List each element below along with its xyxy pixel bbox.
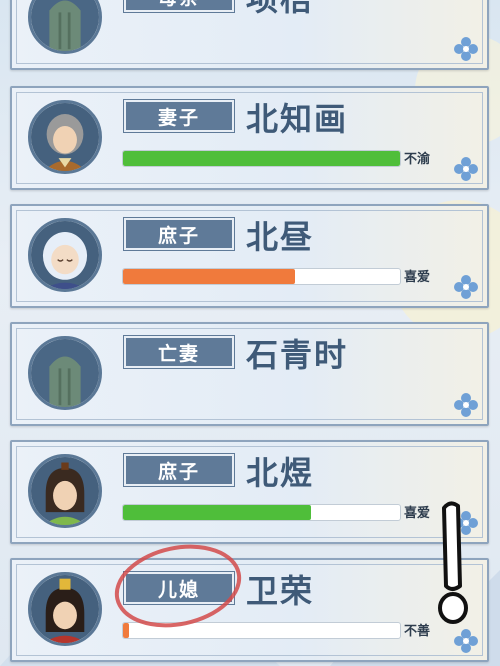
affection-bar (122, 622, 401, 639)
affection-bar (122, 150, 401, 167)
role-tag: 庶子 (123, 453, 235, 487)
affection-fill (123, 505, 312, 520)
member-name: 石青时 (246, 336, 349, 374)
member-name: 北知画 (246, 100, 349, 138)
family-card-son-1[interactable]: 庶子 北昼 喜爱 (10, 204, 489, 308)
ghost-tomb-avatar (28, 0, 102, 54)
snowflake-flower-icon (454, 511, 478, 535)
member-name: 项梧 (246, 0, 314, 20)
young-woman-avatar (28, 572, 102, 646)
snowflake-flower-icon (454, 37, 478, 61)
family-card-wife[interactable]: 妻子 北知画 不渝 (10, 86, 489, 190)
role-tag: 妻子 (123, 99, 235, 133)
snowflake-flower-icon (454, 629, 478, 653)
ghost-tomb-avatar (28, 336, 102, 410)
sleeping-baby-avatar (28, 218, 102, 292)
role-tag: 庶子 (123, 217, 235, 251)
family-card-late-wife[interactable]: 亡妻 石青时 (10, 322, 489, 426)
family-card-daughter-in-law[interactable]: 儿媳 卫荣 不善 (10, 558, 489, 662)
mood-label: 喜爱 (404, 506, 431, 521)
member-name: 北昼 (246, 218, 315, 256)
member-name: 卫荣 (246, 572, 315, 610)
role-tag: 亡妻 (123, 335, 235, 369)
role-tag: 母亲 (123, 0, 235, 13)
mood-label: 不渝 (404, 152, 431, 167)
family-card-mother[interactable]: 母亲 项梧 (10, 0, 489, 70)
snowflake-flower-icon (454, 393, 478, 417)
mood-label: 喜爱 (404, 270, 431, 285)
snowflake-flower-icon (454, 275, 478, 299)
role-tag: 儿媳 (123, 571, 235, 605)
mood-label: 不善 (404, 624, 431, 639)
affection-bar (122, 504, 401, 521)
member-name: 北煜 (246, 454, 315, 492)
affection-fill (123, 269, 295, 284)
snowflake-flower-icon (454, 157, 478, 181)
grey-hair-woman-avatar (28, 100, 102, 174)
affection-bar (122, 268, 401, 285)
young-man-avatar (28, 454, 102, 528)
affection-fill (123, 623, 129, 638)
affection-fill (123, 151, 400, 166)
family-card-son-2[interactable]: 庶子 北煜 喜爱 (10, 440, 489, 544)
